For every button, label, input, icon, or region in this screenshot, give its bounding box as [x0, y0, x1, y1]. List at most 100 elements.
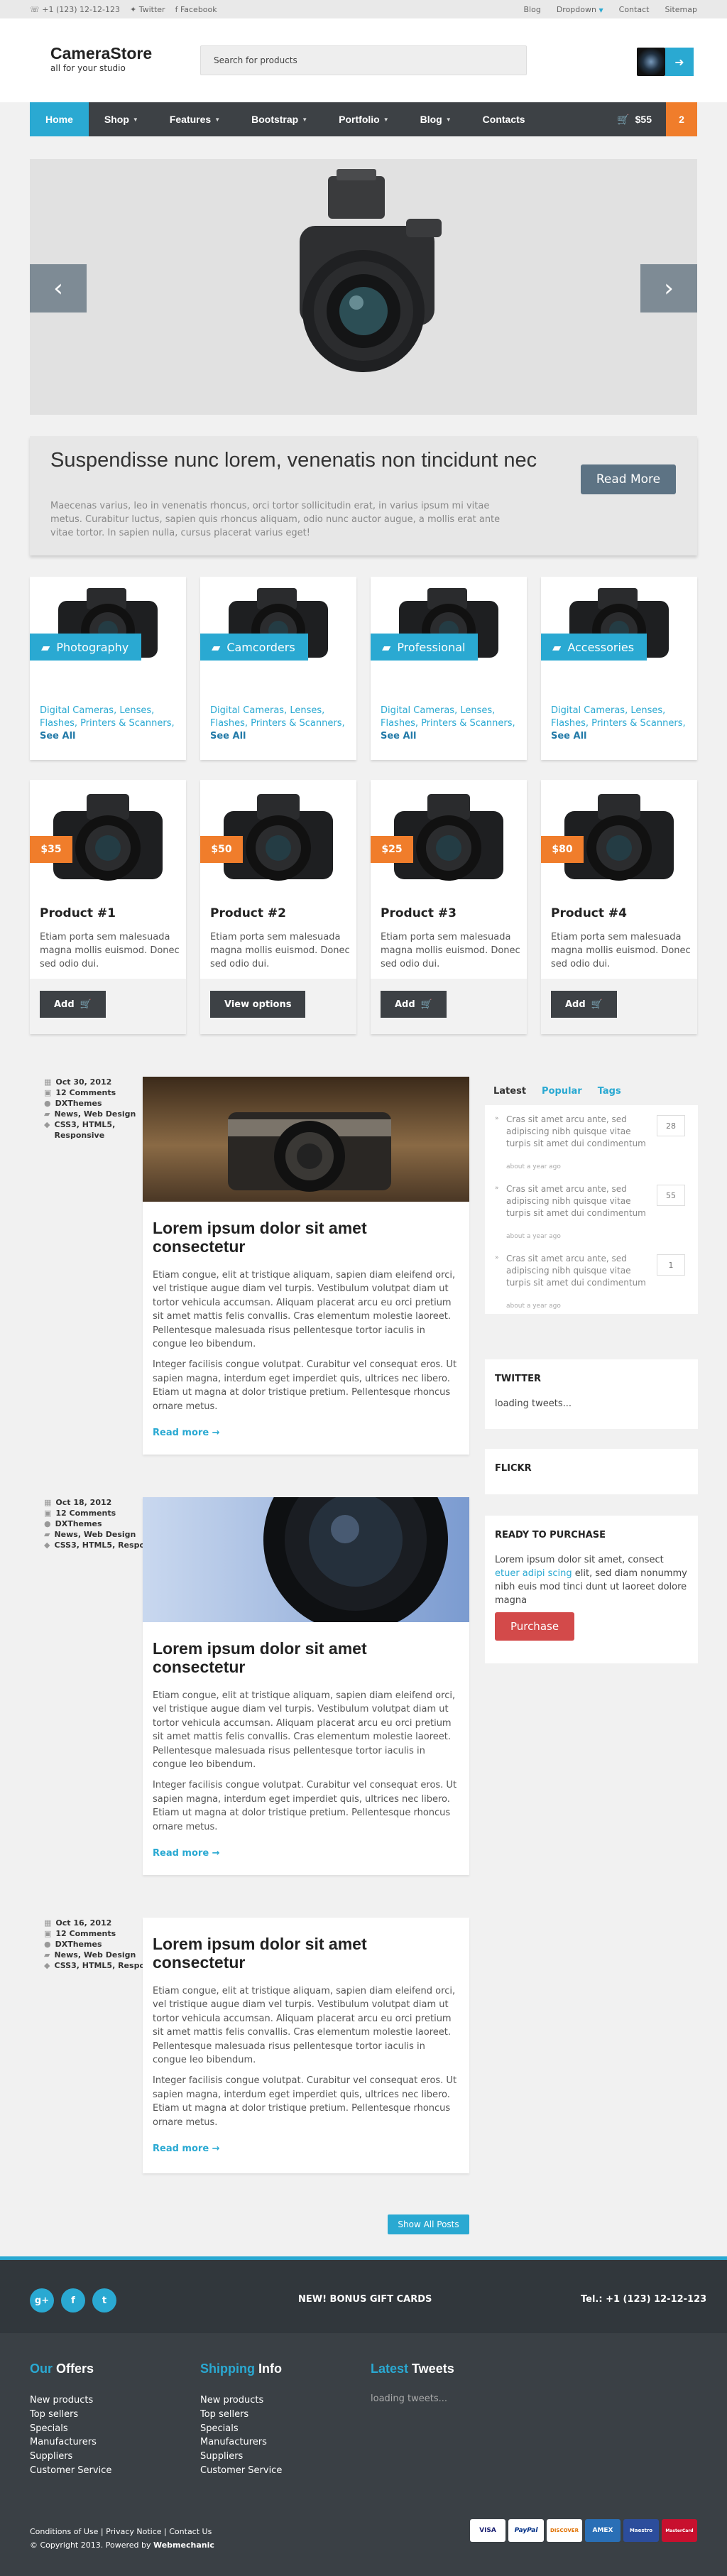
- purchase-link[interactable]: etuer adipi scing: [495, 1568, 572, 1579]
- read-more-button[interactable]: Read More: [581, 464, 676, 494]
- post-comments[interactable]: 12 Comments: [55, 1087, 116, 1098]
- topbar-link-contact[interactable]: Contact: [619, 5, 650, 14]
- slider-prev-button[interactable]: ‹: [30, 264, 87, 313]
- footer-link[interactable]: Suppliers: [200, 2450, 282, 2464]
- facebook-icon[interactable]: f: [61, 2288, 85, 2313]
- comment-icon: ▣: [44, 1929, 52, 1938]
- facebook-link[interactable]: f Facebook: [175, 5, 217, 14]
- cart-button[interactable]: ➜: [665, 48, 694, 76]
- read-more-link[interactable]: Read more →: [143, 1413, 469, 1438]
- hero-slider: ‹ ›: [30, 159, 697, 415]
- header: CameraStore all for your studio Search f…: [0, 18, 727, 102]
- nav-item-blog[interactable]: Blog ▼: [405, 102, 467, 136]
- post-author[interactable]: DXThemes: [55, 1939, 102, 1950]
- legal-link[interactable]: Contact Us: [169, 2527, 212, 2536]
- add-to-cart-button[interactable]: Add 🛒: [40, 991, 106, 1018]
- sidebar-item-text[interactable]: Cras sit amet arcu ante, sed adipiscing …: [506, 1114, 655, 1150]
- category-card[interactable]: ▰ Photography Digital Cameras, Lenses, Fl…: [30, 577, 186, 760]
- topbar-link-sitemap[interactable]: Sitemap: [665, 5, 697, 14]
- sidebar-item-text[interactable]: Cras sit amet arcu ante, sed adipiscing …: [506, 1253, 655, 1289]
- footer-link[interactable]: Top sellers: [200, 2408, 282, 2422]
- list-item[interactable]: » Cras sit amet arcu ante, sed adipiscing…: [485, 1244, 698, 1314]
- post-categories[interactable]: News, Web Design: [54, 1109, 136, 1119]
- view-options-button[interactable]: View options: [210, 991, 306, 1018]
- cart-count-badge[interactable]: 2: [666, 102, 697, 136]
- add-to-cart-button[interactable]: Add 🛒: [381, 991, 447, 1018]
- see-all-link[interactable]: See All: [551, 731, 587, 741]
- nav-item-portfolio[interactable]: Portfolio ▼: [323, 102, 404, 136]
- cart-thumbnail[interactable]: [637, 48, 665, 76]
- see-all-link[interactable]: See All: [210, 731, 246, 741]
- category-card[interactable]: ▰ Camcorders Digital Cameras, Lenses, Fla…: [200, 577, 356, 760]
- category-links[interactable]: Digital Cameras, Lenses, Flashes, Printe…: [381, 705, 519, 743]
- nav-item-shop[interactable]: Shop ▼: [89, 102, 154, 136]
- logo[interactable]: CameraStore all for your studio: [50, 44, 152, 73]
- post-comments[interactable]: 12 Comments: [55, 1508, 116, 1518]
- product-name[interactable]: Product #3: [381, 906, 457, 920]
- category-links[interactable]: Digital Cameras, Lenses, Flashes, Printe…: [551, 705, 689, 743]
- category-card[interactable]: ▰ Professional Digital Cameras, Lenses, F…: [371, 577, 527, 760]
- footer-link[interactable]: Manufacturers: [30, 2435, 111, 2450]
- nav-item-contacts[interactable]: Contacts: [467, 102, 541, 136]
- legal-link[interactable]: Conditions of Use: [30, 2527, 98, 2536]
- post-title[interactable]: Lorem ipsum dolor sit amet consectetur: [143, 1918, 469, 1972]
- nav-item-home[interactable]: Home: [30, 102, 89, 136]
- tab-tags[interactable]: Tags: [598, 1086, 621, 1097]
- post-author[interactable]: DXThemes: [55, 1098, 102, 1109]
- twitter-link[interactable]: ✦ Twitter: [130, 5, 165, 14]
- cart-icon: 🛒: [617, 113, 630, 125]
- nav-item-bootstrap[interactable]: Bootstrap ▼: [236, 102, 323, 136]
- product-name[interactable]: Product #4: [551, 906, 627, 920]
- post-title[interactable]: Lorem ipsum dolor sit amet consectetur: [143, 1202, 469, 1256]
- see-all-link[interactable]: See All: [40, 731, 76, 741]
- heading-rest: Offers: [53, 2362, 94, 2376]
- category-tag-accessories[interactable]: ▰ Accessories: [541, 634, 647, 661]
- show-all-posts-button[interactable]: Show All Posts: [388, 2214, 469, 2234]
- footer-link[interactable]: New products: [200, 2393, 282, 2408]
- list-item[interactable]: » Cras sit amet arcu ante, sed adipiscing…: [485, 1175, 698, 1244]
- category-tag-professional[interactable]: ▰ Professional: [371, 634, 479, 661]
- list-item[interactable]: » Cras sit amet arcu ante, sed adipiscing…: [485, 1105, 698, 1175]
- category-links[interactable]: Digital Cameras, Lenses, Flashes, Printe…: [210, 705, 349, 743]
- product-name[interactable]: Product #2: [210, 906, 286, 920]
- footer-link[interactable]: New products: [30, 2393, 111, 2408]
- footer-link[interactable]: Specials: [200, 2422, 282, 2436]
- slider-next-button[interactable]: ›: [640, 264, 697, 313]
- post-author[interactable]: DXThemes: [55, 1518, 102, 1529]
- topbar-link-blog[interactable]: Blog: [524, 5, 541, 14]
- footer-link[interactable]: Customer Service: [30, 2464, 111, 2478]
- nav-cart[interactable]: 🛒 $55: [617, 102, 666, 136]
- tab-popular[interactable]: Popular: [542, 1086, 582, 1097]
- add-to-cart-button[interactable]: Add 🛒: [551, 991, 617, 1018]
- footer-link[interactable]: Manufacturers: [200, 2435, 282, 2450]
- footer-link[interactable]: Suppliers: [30, 2450, 111, 2464]
- read-more-link[interactable]: Read more →: [143, 2129, 469, 2154]
- footer-link[interactable]: Customer Service: [200, 2464, 282, 2478]
- post-tags[interactable]: CSS3, HTML5, Responsive: [54, 1119, 118, 1141]
- post-title[interactable]: Lorem ipsum dolor sit amet consectetur: [143, 1622, 469, 1676]
- tab-latest[interactable]: Latest: [493, 1086, 526, 1097]
- product-name[interactable]: Product #1: [40, 906, 116, 920]
- gift-cards-promo[interactable]: NEW! BONUS GIFT CARDS: [298, 2294, 432, 2305]
- search-input[interactable]: Search for products: [200, 45, 527, 75]
- nav-item-features[interactable]: Features ▼: [154, 102, 236, 136]
- post-comments[interactable]: 12 Comments: [55, 1928, 116, 1939]
- phone-link[interactable]: ☏ +1 (123) 12-12-123: [30, 5, 120, 14]
- powered-by-link[interactable]: Webmechanic: [153, 2540, 214, 2550]
- twitter-icon[interactable]: t: [92, 2288, 116, 2313]
- footer-link[interactable]: Specials: [30, 2422, 111, 2436]
- read-more-link[interactable]: Read more →: [143, 1834, 469, 1859]
- sidebar-item-text[interactable]: Cras sit amet arcu ante, sed adipiscing …: [506, 1183, 655, 1219]
- legal-link[interactable]: Privacy Notice: [106, 2527, 161, 2536]
- category-card[interactable]: ▰ Accessories Digital Cameras, Lenses, Fl…: [541, 577, 697, 760]
- category-links[interactable]: Digital Cameras, Lenses, Flashes, Printe…: [40, 705, 178, 743]
- google-plus-icon[interactable]: g+: [30, 2288, 54, 2313]
- see-all-link[interactable]: See All: [381, 731, 417, 741]
- post-categories[interactable]: News, Web Design: [54, 1529, 136, 1540]
- post-categories[interactable]: News, Web Design: [54, 1950, 136, 1960]
- purchase-button[interactable]: Purchase: [495, 1612, 574, 1641]
- category-tag-camcorders[interactable]: ▰ Camcorders: [200, 634, 308, 661]
- footer-link[interactable]: Top sellers: [30, 2408, 111, 2422]
- category-tag-photography[interactable]: ▰ Photography: [30, 634, 142, 661]
- topbar-link-dropdown[interactable]: Dropdown ▼: [557, 5, 603, 14]
